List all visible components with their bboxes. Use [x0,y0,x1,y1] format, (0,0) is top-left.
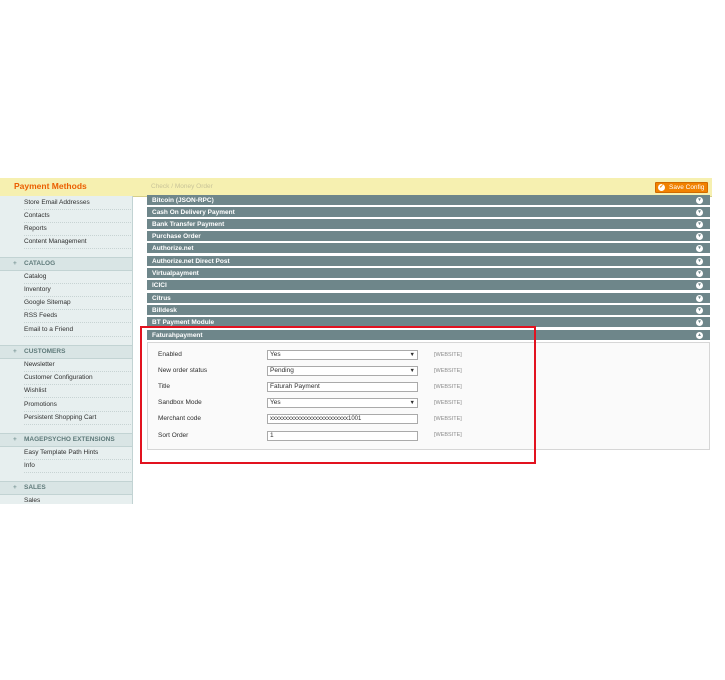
toggle-icon: ▾ [696,209,703,216]
payment-row-label: Bitcoin (JSON-RPC) [152,197,214,204]
payment-row-label: Authorize.net [152,245,194,252]
sidebar-item-email-friend[interactable]: Email to a Friend [24,323,131,337]
toggle-icon: ▾ [696,258,703,265]
sidebar-item-info[interactable]: Info [24,459,131,473]
sidebar-item-google-sitemap[interactable]: Google Sitemap [24,296,131,310]
payment-row-authorize-direct-post[interactable]: Authorize.net Direct Post ▾ [147,256,710,267]
sidebar-item-customer-configuration[interactable]: Customer Configuration [24,371,131,385]
toggle-icon: ▾ [696,282,703,289]
sidebar-section-customers[interactable]: + CUSTOMERS [0,345,132,359]
sidebar-section-magepsycho[interactable]: + MAGEPSYCHO EXTENSIONS [0,433,132,447]
sidebar-section-label: MAGEPSYCHO EXTENSIONS [24,436,115,443]
payment-row-icici[interactable]: ICICI ▾ [147,280,710,291]
payment-row-citrus[interactable]: Citrus ▾ [147,293,710,304]
sidebar-item-wishlist[interactable]: Wishlist [24,384,131,398]
payment-row-purchase-order[interactable]: Purchase Order ▾ [147,231,710,242]
sidebar-section-catalog[interactable]: + CATALOG [0,257,132,271]
sidebar-section-label: CUSTOMERS [24,348,66,355]
expand-icon: + [13,260,17,267]
sidebar-section-label: SALES [24,484,46,491]
sidebar-item-contacts[interactable]: Contacts [24,209,131,223]
ghost-section-title: Check / Money Order [151,183,213,190]
payment-row-label: BT Payment Module [152,319,215,326]
payment-row-authorize-net[interactable]: Authorize.net ▾ [147,243,710,254]
save-config-label: Save Config [669,184,705,191]
sidebar-item-promotions[interactable]: Promotions [24,398,131,412]
check-icon: ✓ [658,184,665,191]
sidebar-item-newsletter[interactable]: Newsletter [24,358,131,372]
sidebar-item-content-management[interactable]: Content Management [24,235,131,249]
toggle-icon: ▾ [696,245,703,252]
collapse-icon: ▴ [696,332,703,339]
payment-row-bank-transfer[interactable]: Bank Transfer Payment ▾ [147,219,710,230]
payment-row-label: Citrus [152,295,171,302]
sidebar-item-rss-feeds[interactable]: RSS Feeds [24,309,131,323]
expand-icon: + [13,484,17,491]
payment-row-label: Virtualpayment [152,270,199,277]
toggle-icon: ▾ [696,221,703,228]
payment-row-label: Bank Transfer Payment [152,221,225,228]
sidebar-item-template-path-hints[interactable]: Easy Template Path Hints [24,446,131,460]
expand-icon: + [13,436,17,443]
config-sidebar: Store Email Addresses Contacts Reports C… [0,196,133,504]
toggle-icon: ▾ [696,307,703,314]
payment-row-label: Billdesk [152,307,177,314]
sidebar-item-inventory[interactable]: Inventory [24,283,131,297]
sidebar-section-sales[interactable]: + SALES [0,481,132,495]
payment-row-label: Authorize.net Direct Post [152,258,230,265]
sidebar-item-reports[interactable]: Reports [24,222,131,236]
payment-row-bitcoin[interactable]: Bitcoin (JSON-RPC) ▾ [147,195,710,206]
sidebar-item-persistent-cart[interactable]: Persistent Shopping Cart [24,411,131,425]
payment-row-billdesk[interactable]: Billdesk ▾ [147,305,710,316]
sidebar-item-sales[interactable]: Sales [24,494,131,507]
sidebar-item-store-email[interactable]: Store Email Addresses [24,196,131,210]
save-config-button[interactable]: ✓ Save Config [655,182,708,193]
toggle-icon: ▾ [696,197,703,204]
payment-row-virtualpayment[interactable]: Virtualpayment ▾ [147,268,710,279]
toggle-icon: ▾ [696,295,703,302]
payment-row-label: Purchase Order [152,233,201,240]
toggle-icon: ▾ [696,270,703,277]
payment-row-label: Cash On Delivery Payment [152,209,235,216]
expand-icon: + [13,348,17,355]
toggle-icon: ▾ [696,319,703,326]
toggle-icon: ▾ [696,233,703,240]
page-title: Payment Methods [14,181,87,191]
sidebar-item-catalog[interactable]: Catalog [24,270,131,284]
highlight-box [140,326,536,464]
sidebar-section-label: CATALOG [24,260,56,267]
payment-row-cod[interactable]: Cash On Delivery Payment ▾ [147,207,710,218]
payment-row-label: ICICI [152,282,167,289]
